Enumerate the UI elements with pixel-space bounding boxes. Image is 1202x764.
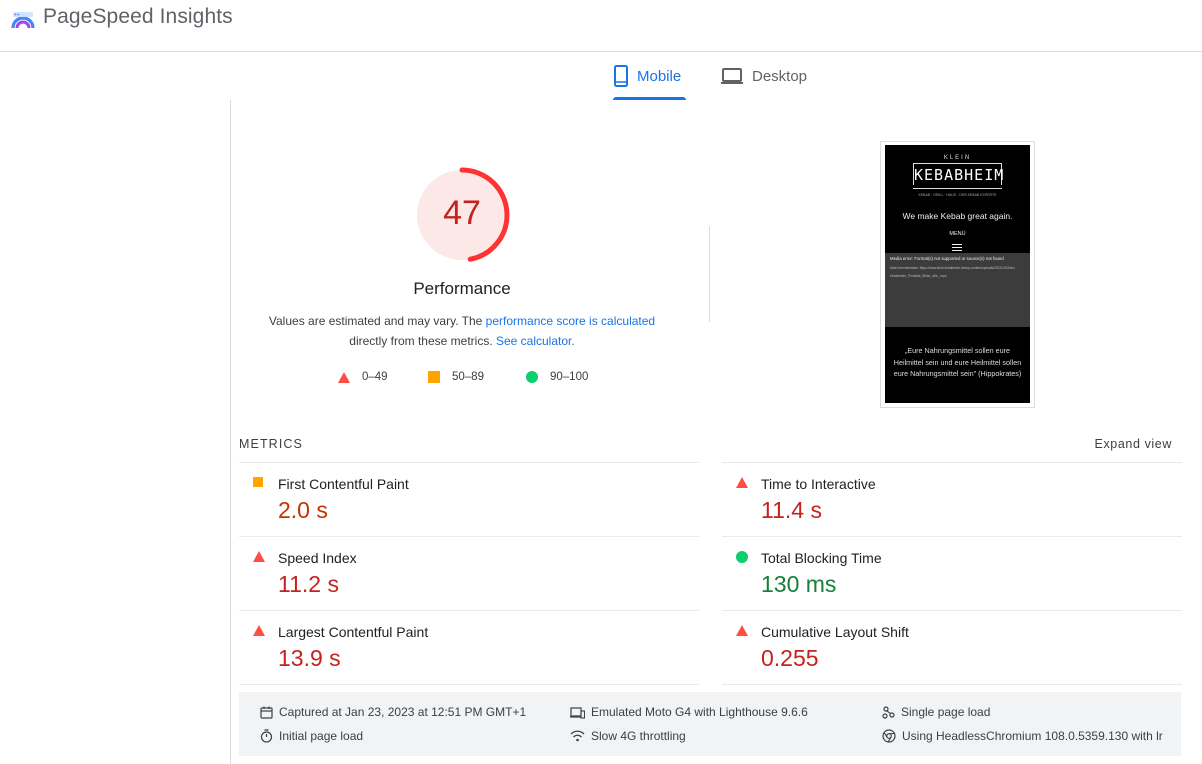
green-circle-icon (736, 551, 748, 563)
tab-mobile-label: Mobile (637, 67, 682, 85)
final-screenshot[interactable]: KLEIN KEBABHEIM KEBAB · GRILL · HAUS · D… (885, 145, 1030, 403)
metric-total-blocking-time[interactable]: Total Blocking Time 130 ms (722, 537, 1162, 601)
vertical-divider (709, 226, 710, 322)
laptop-icon (721, 68, 743, 84)
media-error-box: Media error: Format(s) not supported or … (885, 253, 1030, 327)
metric-name: First Contentful Paint (278, 476, 409, 492)
site-menu-label: MENÜ (949, 231, 966, 237)
network-throttling-text: Slow 4G throttling (591, 729, 686, 743)
metric-value: 11.2 s (278, 571, 339, 597)
wifi-icon (570, 730, 585, 742)
initial-page-load-text: Initial page load (279, 729, 364, 743)
metric-value: 13.9 s (278, 645, 341, 671)
metric-cumulative-layout-shift[interactable]: Cumulative Layout Shift 0.255 (722, 611, 1162, 675)
site-brand-sub: KEBAB · GRILL · HAUS · DER KEBAB EXPERTE (918, 193, 997, 197)
captured-at-text: Captured at Jan 23, 2023 at 12:51 PM GMT… (279, 705, 527, 719)
metric-value: 2.0 s (278, 497, 328, 523)
metrics-divider (722, 684, 1182, 685)
phone-icon (614, 65, 628, 87)
emulated-device: Emulated Moto G4 with Lighthouse 9.6.6 (570, 705, 808, 719)
metric-name: Cumulative Layout Shift (761, 624, 909, 640)
site-tagline: We make Kebab great again. (902, 211, 1013, 221)
brand-underline (913, 188, 1002, 189)
desc-text-1: Values are estimated and may vary. The (268, 314, 486, 328)
emulated-device-text: Emulated Moto G4 with Lighthouse 9.6.6 (591, 705, 808, 719)
runtime-settings: Captured at Jan 23, 2023 at 12:51 PM GMT… (239, 692, 1181, 756)
nodes-icon (882, 705, 895, 719)
media-download-line: Datei herunterladen: https://www.klein-k… (890, 266, 1016, 270)
site-brand-top: KLEIN (943, 155, 972, 161)
desc-text-2: directly from these metrics. (349, 334, 496, 348)
metrics-divider (239, 684, 699, 685)
app-header: PageSpeed Insights (0, 0, 1202, 52)
devices-icon (570, 706, 585, 719)
expand-view-button[interactable]: Expand view (1072, 437, 1172, 451)
metric-name: Total Blocking Time (761, 550, 882, 566)
metrics-heading: METRICS (239, 437, 303, 451)
orange-square-icon (428, 371, 440, 383)
metric-speed-index[interactable]: Speed Index 11.2 s (239, 537, 679, 601)
calendar-icon (260, 706, 273, 719)
metric-name: Time to Interactive (761, 476, 876, 492)
see-calculator-link[interactable]: See calculator. (496, 334, 575, 348)
media-error-text: Media error: Format(s) not supported or … (890, 256, 1004, 261)
performance-score: 47 (443, 194, 481, 232)
performance-label: Performance (413, 279, 511, 298)
legend-fail-label: 0–49 (362, 371, 388, 383)
site-quote: „Eure Nahrungsmittel sollen eure Heilmit… (893, 346, 1022, 378)
orange-square-icon (253, 477, 263, 487)
tab-mobile[interactable]: Mobile (613, 52, 686, 100)
panel-border (230, 100, 231, 764)
pagespeed-logo-icon[interactable] (10, 6, 36, 32)
red-triangle-icon (736, 477, 748, 488)
single-page-load-text: Single page load (901, 705, 991, 719)
browser-version-text: Using HeadlessChromium 108.0.5359.130 wi… (902, 729, 1163, 743)
red-triangle-icon (253, 551, 265, 562)
green-circle-icon (526, 371, 538, 383)
tab-desktop-label: Desktop (752, 67, 808, 85)
site-brand: KEBABHEIM (913, 163, 1003, 185)
tab-desktop[interactable]: Desktop (720, 52, 820, 100)
score-description: Values are estimated and may vary. The p… (248, 311, 676, 351)
red-triangle-icon (338, 371, 350, 383)
hamburger-icon (952, 244, 962, 251)
red-triangle-icon (253, 625, 265, 636)
legend-pass-label: 90–100 (550, 371, 589, 383)
chrome-icon (882, 729, 896, 743)
metric-time-to-interactive[interactable]: Time to Interactive 11.4 s (722, 463, 1162, 527)
browser-version: Using HeadlessChromium 108.0.5359.130 wi… (882, 729, 1163, 743)
legend-average-label: 50–89 (452, 371, 484, 383)
red-triangle-icon (736, 625, 748, 636)
media-file-line: Kebabheim_Produkte_Bilder_Alle_.mp4 (890, 274, 947, 278)
network-throttling: Slow 4G throttling (570, 729, 686, 743)
timer-icon (260, 729, 273, 743)
legend-pass: 90–100 (526, 369, 588, 385)
app-title: PageSpeed Insights (43, 5, 233, 28)
metric-name: Largest Contentful Paint (278, 624, 429, 640)
legend-fail: 0–49 (338, 369, 388, 385)
metric-value: 0.255 (761, 645, 819, 671)
metric-first-contentful-paint[interactable]: First Contentful Paint 2.0 s (239, 463, 679, 527)
score-calculated-link[interactable]: performance score is calculated (486, 314, 655, 328)
metric-largest-contentful-paint[interactable]: Largest Contentful Paint 13.9 s (239, 611, 679, 675)
metric-name: Speed Index (278, 550, 357, 566)
single-page-load: Single page load (882, 705, 990, 719)
initial-page-load: Initial page load (260, 729, 363, 743)
captured-at: Captured at Jan 23, 2023 at 12:51 PM GMT… (260, 705, 526, 719)
metric-value: 11.4 s (761, 497, 822, 523)
device-tabs: Mobile Desktop (0, 52, 1202, 100)
metric-value: 130 ms (761, 571, 837, 597)
legend-average: 50–89 (428, 369, 484, 385)
